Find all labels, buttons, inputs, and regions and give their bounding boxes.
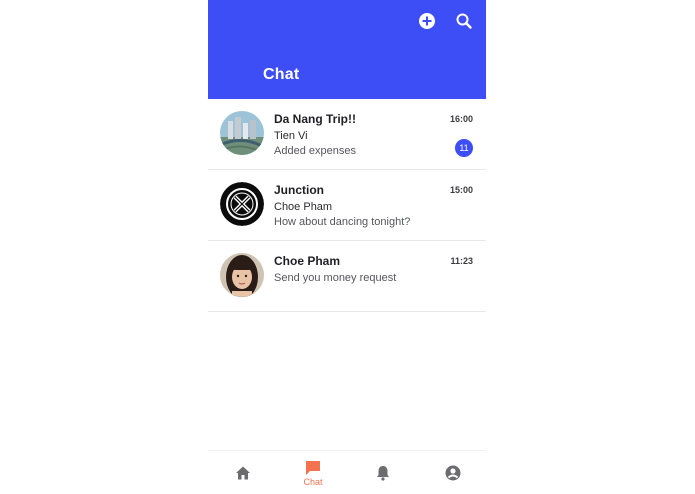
plus-circle-icon	[419, 13, 435, 29]
page-title: Chat	[263, 66, 300, 83]
chat-name: Junction	[274, 183, 324, 197]
chat-preview: Added expenses	[274, 145, 356, 157]
bell-icon	[377, 466, 389, 481]
nav-profile[interactable]	[418, 451, 488, 494]
chat-name: Da Nang Trip!!	[274, 112, 357, 126]
app-header: Chat	[208, 0, 486, 99]
avatar	[220, 182, 264, 226]
chat-sender: Tien Vi	[274, 130, 308, 142]
add-chat-button[interactable]	[418, 12, 436, 30]
chat-item-choe-pham[interactable]: Choe Pham Send you money request 11:23	[208, 241, 486, 312]
chat-preview: How about dancing tonight?	[274, 216, 411, 228]
home-icon	[236, 466, 250, 480]
chat-item-junction[interactable]: Junction Choe Pham How about dancing ton…	[208, 170, 486, 241]
bottom-nav: Chat	[208, 450, 486, 494]
nav-chat-label: Chat	[303, 477, 323, 487]
nav-notifications[interactable]	[348, 451, 418, 494]
profile-icon	[445, 465, 461, 481]
phone-screen: Chat Da Nang Trip!! Tien Vi Added expens…	[208, 0, 486, 494]
avatar	[220, 253, 264, 297]
unread-badge: 11	[455, 139, 473, 157]
search-icon	[456, 13, 472, 29]
chat-item-da-nang-trip[interactable]: Da Nang Trip!! Tien Vi Added expenses 16…	[208, 99, 486, 170]
chat-time: 16:00	[449, 114, 473, 124]
nav-home[interactable]	[208, 451, 278, 494]
nav-chat[interactable]: Chat	[278, 451, 348, 494]
chat-time: 15:00	[449, 185, 473, 195]
avatar	[220, 111, 264, 155]
chat-sender: Choe Pham	[274, 201, 333, 213]
chat-list: Da Nang Trip!! Tien Vi Added expenses 16…	[208, 99, 486, 312]
chat-icon	[306, 461, 320, 475]
chat-name: Choe Pham	[274, 254, 341, 268]
chat-preview: Send you money request	[274, 272, 397, 284]
search-button[interactable]	[455, 12, 473, 30]
chat-time: 11:23	[450, 256, 473, 266]
